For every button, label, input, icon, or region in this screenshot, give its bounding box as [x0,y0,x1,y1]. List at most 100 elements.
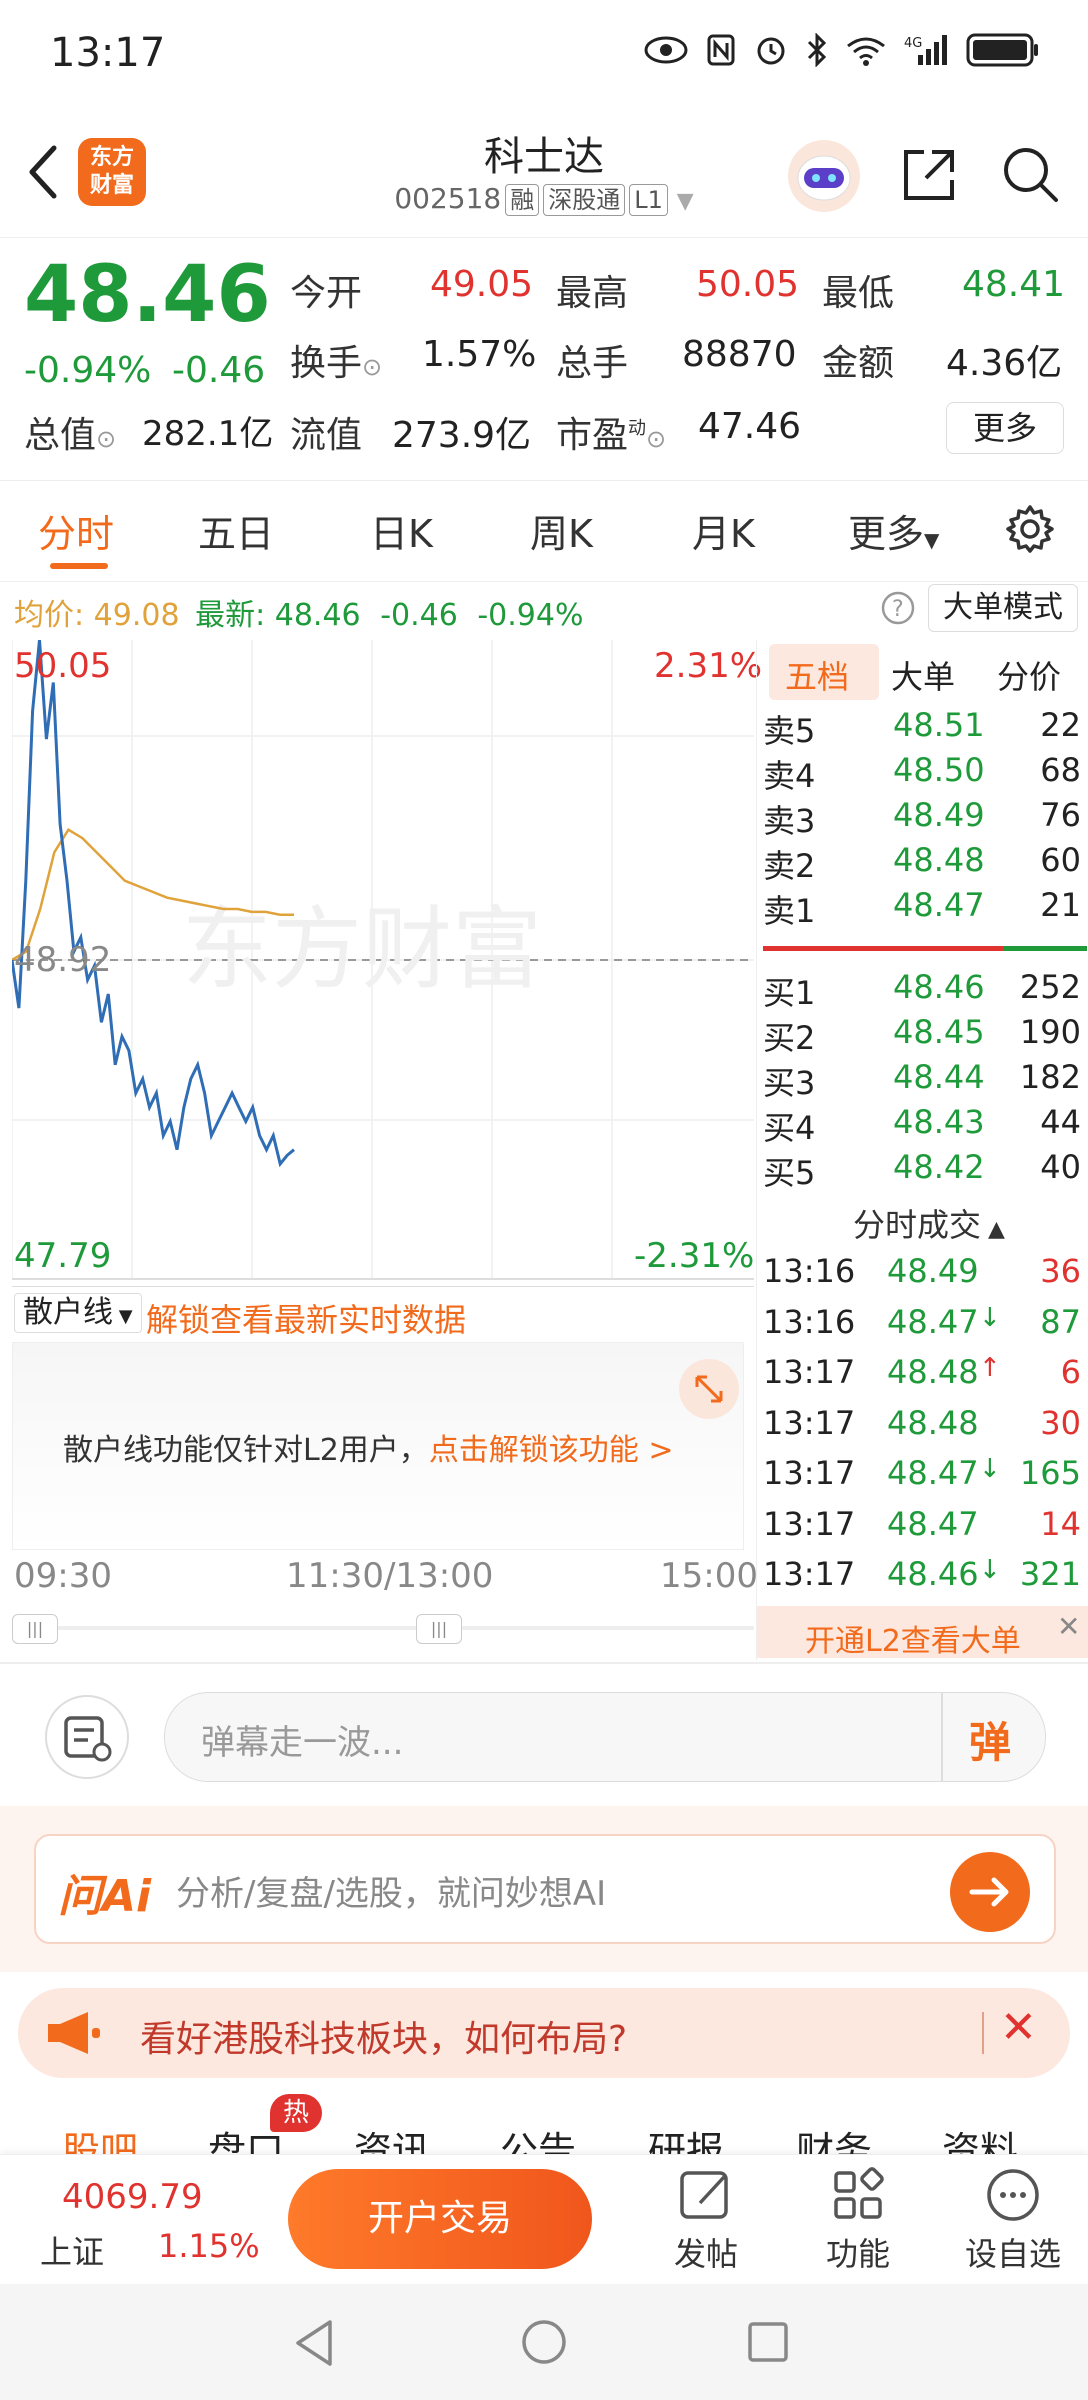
avg-price-bar: 均价: 49.08 最新: 48.46 -0.46 -0.94% [14,598,584,633]
tag-connect: 深股通 [543,184,626,216]
tick-price: 48.47 [887,1302,979,1341]
ai-ask-input[interactable]: 问Ai 分析/复盘/选股，就问妙想AI [34,1834,1056,1944]
tick-time: 13:16 [763,1252,856,1290]
stock-code: 002518 [394,182,502,215]
expand-icon[interactable] [677,1357,741,1421]
function-button[interactable]: 功能 [812,2165,904,2275]
share-icon[interactable] [898,144,960,206]
chevron-down-icon[interactable]: ▼ [677,189,694,214]
unlock-link[interactable]: 点击解锁该功能 > [429,1433,674,1468]
eye-icon [644,36,688,64]
tab-forum[interactable]: 股吧 [62,2120,138,2154]
tab-profile[interactable]: 资料 [942,2120,1018,2154]
active-tab-indicator [50,563,108,569]
post-button[interactable]: 发帖 [660,2165,752,2275]
chart-low-label: 47.79 [14,1236,112,1276]
ticks-title[interactable]: 分时成交 ▲ [853,1200,1005,1246]
news-banner[interactable]: 看好港股科技板块，如何布局? ✕ [18,1988,1070,2078]
ask-volume: 68 [1040,751,1081,789]
nav-back-icon[interactable] [290,2316,340,2370]
info-icon[interactable]: ⊙ [96,425,116,453]
time-start: 09:30 [14,1556,112,1596]
volume-label: 总手 [556,343,629,384]
tab-weekly-k[interactable]: 周K [530,503,593,558]
big-order-mode-button[interactable]: 大单模式 [928,584,1078,632]
intraday-chart[interactable]: 东方财富 [12,640,754,1280]
ai-robot-icon[interactable] [786,138,862,214]
bid-volume: 44 [1040,1103,1081,1141]
float-value: 273.9亿 [392,415,532,456]
bid-label: 买4 [763,1109,816,1147]
tab-monthly-k[interactable]: 月K [692,503,755,558]
danmaku-settings-icon[interactable] [44,1694,130,1780]
tab-news[interactable]: 资讯 [354,2120,430,2154]
tag-margin: 融 [505,184,540,216]
more-dots-icon [987,2169,1039,2221]
chart-low-pct: -2.31% [634,1236,755,1276]
unlock-text[interactable]: 解锁查看最新实时数据 [146,1295,466,1341]
arrow-right-icon[interactable] [950,1852,1030,1932]
svg-text:4G: 4G [904,36,922,51]
high-label: 最高 [556,273,629,314]
index-value: 4069.79 [62,2177,203,2217]
chart-scrollbar[interactable]: ||| ||| [12,1614,754,1644]
chart-mid-label: 48.92 [14,940,112,980]
tab-price-dist[interactable]: 分价 [997,652,1061,698]
amount-value: 4.36亿 [946,343,1063,384]
tab-five-level[interactable]: 五档 [785,652,849,698]
tick-time: 13:17 [763,1504,856,1543]
ask-price: 48.47 [893,886,985,924]
close-icon[interactable]: ✕ [1057,1610,1080,1643]
ask-price: 48.51 [893,706,985,744]
tab-research[interactable]: 研报 [648,2120,724,2154]
close-icon[interactable]: ✕ [1000,2002,1037,2053]
scroll-handle-right[interactable]: ||| [416,1614,462,1644]
retail-line-bar: 散户线 ▼ 解锁查看最新实时数据 [12,1286,754,1339]
tick-price: 48.46 [887,1555,979,1593]
help-icon[interactable]: ? [880,590,916,626]
tick-volume: 165 [1019,1454,1081,1492]
bottom-bar: 4069.79 上证 1.15% 开户交易 发帖 功能 设自选 [0,2154,1088,2285]
order-book: 五档 大单 分价 卖5 48.51 22 卖4 48.50 68 卖3 48.49 76 卖2 48… [756,640,1088,1660]
ask-volume: 21 [1040,886,1081,924]
danmaku-input[interactable]: 弹幕走一波... 弹 [164,1692,1046,1782]
info-icon[interactable]: ⊙ [646,425,666,453]
tick-price: 48.49 [887,1252,979,1290]
ask-label: 卖1 [763,892,816,930]
tab-intraday[interactable]: 分时 [38,503,114,558]
low-value: 48.41 [962,264,1066,305]
nfc-icon [707,34,735,66]
search-icon[interactable] [998,142,1062,206]
gear-icon[interactable] [1004,503,1056,555]
tab-announcements[interactable]: 公告 [500,2120,576,2154]
avg-price: 49.08 [93,598,180,633]
info-icon[interactable]: ⊙ [362,353,382,381]
ask-volume: 76 [1040,796,1081,834]
ask-volume: 22 [1040,706,1081,744]
tab-five-day[interactable]: 五日 [198,503,274,558]
amount-label: 金额 [822,343,895,384]
tick-volume: 87 [1040,1302,1081,1341]
tab-big-order[interactable]: 大单 [891,652,955,698]
tab-more[interactable]: 更多▼ [848,503,939,558]
add-watchlist-button[interactable]: 设自选 [958,2165,1068,2275]
more-button[interactable]: 更多 [946,402,1064,454]
megaphone-icon [48,2012,100,2054]
danmaku-send-button[interactable]: 弹 [969,1709,1011,1770]
nav-recents-icon[interactable] [744,2318,792,2366]
high-value: 50.05 [696,264,800,305]
bid-label: 买5 [763,1154,816,1192]
retail-line-select[interactable]: 散户线 ▼ [14,1293,142,1333]
svg-text:?: ? [892,597,904,622]
scroll-handle-left[interactable]: ||| [12,1614,58,1644]
open-account-trade-button[interactable]: 开户交易 [288,2169,592,2269]
nav-home-icon[interactable] [518,2316,570,2368]
l2-promo-bar[interactable]: 开通L2查看大单 ✕ [757,1606,1088,1659]
tab-financials[interactable]: 财务 [796,2120,872,2154]
watermark: 东方财富 [182,897,542,1002]
bid-volume: 40 [1040,1148,1081,1186]
back-arrow-icon[interactable] [20,142,70,202]
ask-price: 48.49 [893,796,985,834]
tab-daily-k[interactable]: 日K [370,503,433,558]
index-ticker[interactable]: 4069.79 上证 1.15% [40,2175,260,2275]
